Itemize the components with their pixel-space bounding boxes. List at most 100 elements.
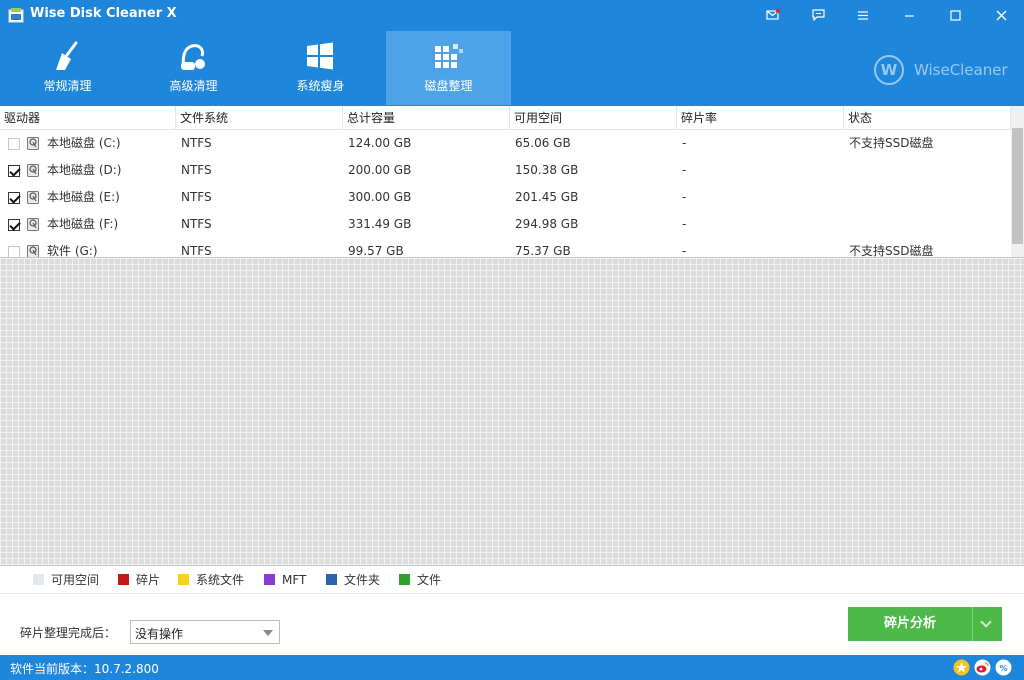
legend-swatch — [264, 574, 275, 585]
free-space-cell: 294.98 GB — [515, 217, 579, 231]
drive-checkbox[interactable] — [8, 219, 20, 231]
free-space-cell: 201.45 GB — [515, 190, 579, 204]
title-bar: Wise Disk Cleaner X — [0, 0, 1024, 30]
close-icon — [996, 10, 1006, 20]
settings-button[interactable] — [840, 0, 886, 30]
table-row[interactable]: 软件 (G:) NTFS 99.57 GB 75.37 GB - 不支持SSD磁盘 — [0, 238, 1011, 257]
column-header-total[interactable]: 总计容量 — [343, 106, 510, 130]
total-capacity-cell: 200.00 GB — [348, 163, 412, 177]
drive-name: 本地磁盘 (D:) — [47, 163, 122, 177]
legend-swatch — [33, 574, 44, 585]
legend-label: 文件夹 — [344, 573, 381, 587]
drive-name: 本地磁盘 (F:) — [47, 217, 119, 231]
total-capacity-cell: 331.49 GB — [348, 217, 412, 231]
column-header-drive[interactable]: 驱动器 — [0, 106, 176, 130]
tab-label: 常规清理 — [43, 79, 92, 93]
fragmentation-cell: - — [682, 217, 687, 231]
drive-checkbox[interactable] — [8, 165, 20, 177]
table-row[interactable]: 本地磁盘 (E:) NTFS 300.00 GB 201.45 GB - — [0, 184, 1011, 211]
filesystem-cell: NTFS — [181, 163, 212, 177]
tab-system-slim[interactable]: 系统瘦身 — [258, 31, 383, 105]
filesystem-cell: NTFS — [181, 190, 212, 204]
column-header-free[interactable]: 可用空间 — [510, 106, 677, 130]
app-logo-icon — [8, 8, 24, 23]
share-icon[interactable]: % — [995, 659, 1012, 676]
drive-checkbox[interactable] — [8, 192, 20, 204]
chevron-down-icon — [263, 630, 273, 636]
column-header-status[interactable]: 状态 — [844, 106, 1011, 130]
total-capacity-cell: 99.57 GB — [348, 244, 404, 257]
version-text: 软件当前版本：10.7.2.800 — [10, 662, 159, 676]
legend-label: 碎片 — [136, 573, 161, 587]
free-space-cell: 65.06 GB — [515, 136, 571, 150]
drive-checkbox[interactable] — [8, 138, 20, 150]
tab-disk-defrag[interactable]: 磁盘整理 — [386, 31, 511, 105]
fragmentation-cell: - — [682, 190, 687, 204]
maximize-icon — [949, 9, 961, 21]
vacuum-icon — [181, 44, 205, 70]
menu-icon — [858, 10, 868, 20]
hard-drive-icon — [27, 245, 39, 257]
filesystem-cell: NTFS — [181, 136, 212, 150]
total-capacity-cell: 124.00 GB — [348, 136, 412, 150]
message-button[interactable] — [750, 0, 796, 30]
status-bar: 软件当前版本：10.7.2.800 % — [0, 655, 1024, 680]
drive-checkbox[interactable] — [8, 246, 20, 257]
analyze-dropdown-button[interactable] — [972, 607, 1002, 641]
tab-label: 高级清理 — [169, 79, 218, 93]
maximize-button[interactable] — [932, 0, 978, 30]
mail-icon — [766, 9, 780, 20]
weibo-icon[interactable] — [974, 659, 991, 676]
table-row[interactable]: 本地磁盘 (D:) NTFS 200.00 GB 150.38 GB - — [0, 157, 1011, 184]
legend-swatch — [399, 574, 410, 585]
status-cell: 不支持SSD磁盘 — [849, 244, 934, 257]
analyze-button[interactable]: 碎片分析 — [848, 607, 972, 641]
minimize-icon — [904, 14, 914, 17]
table-row[interactable]: 本地磁盘 (F:) NTFS 331.49 GB 294.98 GB - — [0, 211, 1011, 238]
bottom-controls: 碎片整理完成后： 没有操作 碎片分析 — [0, 593, 1024, 655]
drive-table: 驱动器 文件系统 总计容量 可用空间 碎片率 状态 本地磁盘 (C:) NTFS 1… — [0, 106, 1024, 257]
feedback-button[interactable] — [795, 0, 841, 30]
star-icon[interactable] — [953, 659, 970, 676]
minimize-button[interactable] — [886, 0, 932, 30]
legend-label: 文件 — [417, 573, 442, 587]
legend-swatch — [326, 574, 337, 585]
drive-name: 本地磁盘 (E:) — [47, 190, 120, 204]
tab-label: 系统瘦身 — [296, 79, 345, 93]
filesystem-cell: NTFS — [181, 244, 212, 257]
legend-swatch — [118, 574, 129, 585]
svg-text:%: % — [999, 664, 1007, 673]
brand-logo: W WiseCleaner — [874, 55, 1014, 85]
free-space-cell: 150.38 GB — [515, 163, 579, 177]
table-scrollbar[interactable] — [1011, 106, 1024, 257]
chevron-down-icon — [980, 616, 992, 628]
wisecleaner-logo-icon: W — [874, 55, 904, 85]
tab-advanced-clean[interactable]: 高级清理 — [131, 31, 256, 105]
hard-drive-icon — [27, 137, 39, 150]
scrollbar-thumb[interactable] — [1012, 128, 1023, 244]
after-defrag-label: 碎片整理完成后： — [20, 626, 117, 640]
legend-label: 可用空间 — [51, 573, 100, 587]
defrag-blocks-icon — [435, 44, 463, 68]
header-bar: Wise Disk Cleaner X 常规清理 高级清理 系统瘦身 磁盘整理 … — [0, 0, 1024, 106]
windows-icon — [307, 42, 333, 70]
brand-name: WiseCleaner — [914, 61, 1008, 79]
tab-common-clean[interactable]: 常规清理 — [5, 31, 130, 105]
cluster-map — [0, 257, 1024, 566]
column-header-fragmentation[interactable]: 碎片率 — [677, 106, 844, 130]
free-space-cell: 75.37 GB — [515, 244, 571, 257]
hard-drive-icon — [27, 191, 39, 204]
fragmentation-cell: - — [682, 136, 687, 150]
table-row[interactable]: 本地磁盘 (C:) NTFS 124.00 GB 65.06 GB - 不支持SSD磁盘 — [0, 130, 1011, 157]
hard-drive-icon — [27, 218, 39, 231]
status-cell: 不支持SSD磁盘 — [849, 136, 934, 150]
broom-icon — [56, 41, 78, 70]
after-defrag-value: 没有操作 — [135, 627, 184, 641]
fragmentation-cell: - — [682, 163, 687, 177]
after-defrag-select[interactable]: 没有操作 — [130, 620, 280, 644]
tab-label: 磁盘整理 — [424, 79, 473, 93]
close-button[interactable] — [978, 0, 1024, 30]
hard-drive-icon — [27, 164, 39, 177]
legend-label: MFT — [282, 573, 307, 587]
column-header-filesystem[interactable]: 文件系统 — [176, 106, 343, 130]
